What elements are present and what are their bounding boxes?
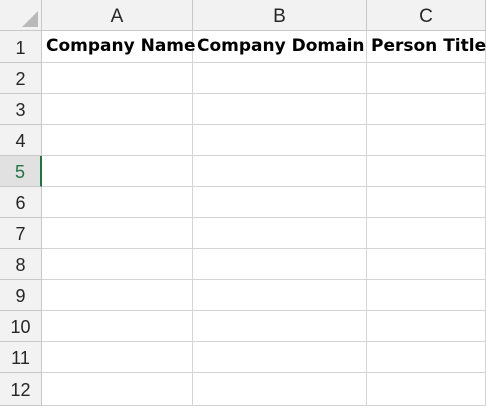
cell-a4[interactable] — [42, 125, 193, 156]
cell-c7[interactable] — [367, 218, 486, 249]
row-header-9[interactable]: 9 — [0, 280, 42, 311]
cell-a9[interactable] — [42, 280, 193, 311]
cell-a10[interactable] — [42, 311, 193, 342]
cell-b4[interactable] — [193, 125, 367, 156]
cell-a2[interactable] — [42, 63, 193, 94]
cell-a3[interactable] — [42, 94, 193, 125]
cell-c6[interactable] — [367, 187, 486, 218]
cell-a5[interactable] — [42, 156, 193, 187]
cell-c12[interactable] — [367, 373, 486, 406]
column-header-b[interactable]: B — [193, 0, 367, 31]
row-header-10[interactable]: 10 — [0, 311, 42, 342]
cell-c2[interactable] — [367, 63, 486, 94]
row-header-3[interactable]: 3 — [0, 94, 42, 125]
cell-c8[interactable] — [367, 249, 486, 280]
cell-b8[interactable] — [193, 249, 367, 280]
row-header-4[interactable]: 4 — [0, 125, 42, 156]
row-header-7[interactable]: 7 — [0, 218, 42, 249]
row-header-11[interactable]: 11 — [0, 342, 42, 373]
cell-b1[interactable]: Company Domain — [193, 31, 367, 63]
cell-c1[interactable]: Person Title — [367, 31, 486, 63]
cell-b7[interactable] — [193, 218, 367, 249]
cell-b9[interactable] — [193, 280, 367, 311]
row-header-6[interactable]: 6 — [0, 187, 42, 218]
cell-b6[interactable] — [193, 187, 367, 218]
select-all-triangle-icon — [22, 11, 38, 27]
cell-a11[interactable] — [42, 342, 193, 373]
row-header-12[interactable]: 12 — [0, 373, 42, 406]
cell-c10[interactable] — [367, 311, 486, 342]
cell-c9[interactable] — [367, 280, 486, 311]
cell-b12[interactable] — [193, 373, 367, 406]
cell-a8[interactable] — [42, 249, 193, 280]
cell-b10[interactable] — [193, 311, 367, 342]
row-header-8[interactable]: 8 — [0, 249, 42, 280]
cell-a7[interactable] — [42, 218, 193, 249]
cell-a12[interactable] — [42, 373, 193, 406]
cell-a6[interactable] — [42, 187, 193, 218]
spreadsheet-grid: A B C 1 2 3 4 5 6 7 8 9 10 11 12 Company… — [0, 0, 486, 406]
cell-b2[interactable] — [193, 63, 367, 94]
cell-c3[interactable] — [367, 94, 486, 125]
cell-b5[interactable] — [193, 156, 367, 187]
cell-b3[interactable] — [193, 94, 367, 125]
column-header-a[interactable]: A — [42, 0, 193, 31]
cell-a1[interactable]: Company Name — [42, 31, 196, 63]
cell-c4[interactable] — [367, 125, 486, 156]
cell-b11[interactable] — [193, 342, 367, 373]
row-header-5[interactable]: 5 — [0, 156, 42, 187]
column-header-c[interactable]: C — [367, 0, 486, 31]
row-header-1[interactable]: 1 — [0, 31, 42, 63]
select-all-corner[interactable] — [0, 0, 42, 31]
cell-c5[interactable] — [367, 156, 486, 187]
cell-c11[interactable] — [367, 342, 486, 373]
row-header-2[interactable]: 2 — [0, 63, 42, 94]
